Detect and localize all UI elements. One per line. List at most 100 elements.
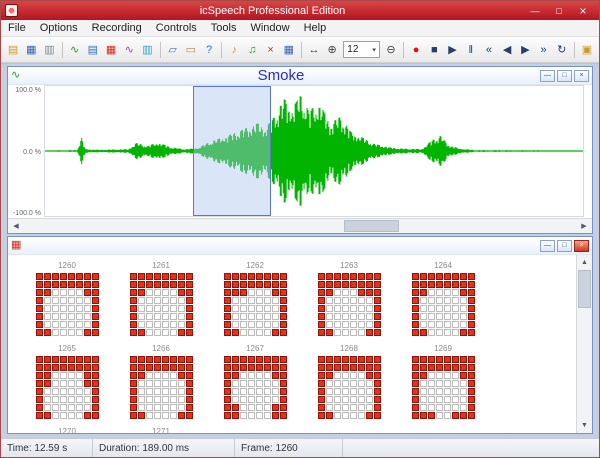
epg-contact-cell — [92, 329, 99, 336]
previous-frame-icon[interactable]: ◀ — [499, 41, 515, 58]
save-icon[interactable]: ▦ — [23, 41, 39, 58]
epg-frame[interactable]: 1265 — [20, 344, 114, 419]
fit-width-icon[interactable]: ↔ — [306, 41, 322, 58]
menu-controls[interactable]: Controls — [149, 21, 204, 35]
open-icon[interactable]: ▤ — [5, 41, 21, 58]
print-icon[interactable]: ▥ — [41, 41, 57, 58]
epg-empty-cell — [170, 305, 177, 312]
menu-window[interactable]: Window — [243, 21, 296, 35]
menu-recording[interactable]: Recording — [85, 21, 149, 35]
epg-empty-cell — [248, 404, 255, 411]
palatogram-maximize-button[interactable]: □ — [557, 240, 572, 252]
epg-frame[interactable]: 1262 — [208, 261, 302, 336]
epg-empty-cell — [52, 412, 59, 419]
epg-contact-cell — [224, 388, 231, 395]
record-icon[interactable]: ● — [408, 41, 424, 58]
copy-icon[interactable]: ▱ — [165, 41, 181, 58]
epg-empty-cell — [170, 329, 177, 336]
epg-contact-cell — [420, 281, 427, 288]
epg-contact-cell — [272, 356, 279, 363]
epg-contact-cell — [36, 356, 43, 363]
waveform-plot[interactable] — [44, 85, 584, 217]
waveform-minimize-button[interactable]: — — [540, 70, 555, 82]
grid-icon[interactable]: ▦ — [281, 41, 297, 58]
zoom-in-icon[interactable]: ⊕ — [324, 41, 340, 58]
scroll-track[interactable] — [24, 219, 576, 233]
help-icon[interactable]: ? — [201, 41, 217, 58]
epg-empty-cell — [264, 321, 271, 328]
epg-frame-number: 1264 — [434, 261, 452, 270]
menu-bar: File Options Recording Controls Tools Wi… — [1, 20, 599, 37]
epg-contact-cell — [130, 289, 137, 296]
epg-frame[interactable]: 1261 — [114, 261, 208, 336]
waveform-display-icon[interactable]: ∿ — [67, 41, 83, 58]
epg-empty-cell — [240, 313, 247, 320]
close-button[interactable]: × — [571, 2, 595, 19]
epg-frame[interactable]: 1268 — [302, 344, 396, 419]
epg-empty-cell — [178, 388, 185, 395]
palatogram-display-icon[interactable]: ▦ — [103, 41, 119, 58]
play-audio-icon[interactable]: ♪ — [226, 41, 242, 58]
waveform-selection[interactable] — [193, 86, 271, 216]
epg-contact-cell — [444, 273, 451, 280]
menu-options[interactable]: Options — [33, 21, 85, 35]
play-icon[interactable]: ▶ — [444, 41, 460, 58]
settings-icon[interactable]: ▣ — [579, 41, 595, 58]
last-frame-icon[interactable]: » — [535, 41, 551, 58]
scroll-track[interactable] — [577, 270, 592, 418]
spectrogram-display-icon[interactable]: ▤ — [85, 41, 101, 58]
loop-icon[interactable]: ↻ — [554, 41, 570, 58]
epg-empty-cell — [460, 380, 467, 387]
epg-contact-cell — [44, 289, 51, 296]
palatogram-close-button[interactable]: × — [574, 240, 589, 252]
epg-empty-cell — [154, 380, 161, 387]
epg-frame[interactable]: 1271 — [114, 427, 208, 433]
scroll-up-button[interactable]: ▲ — [577, 255, 592, 270]
scroll-down-button[interactable]: ▼ — [577, 418, 592, 433]
maximize-button[interactable]: □ — [547, 2, 571, 19]
zoom-out-icon[interactable]: ⊖ — [383, 41, 399, 58]
zoom-select[interactable]: 12▾ — [343, 41, 380, 58]
epg-empty-cell — [170, 321, 177, 328]
epg-frame[interactable]: 1263 — [302, 261, 396, 336]
meter-display-icon[interactable]: ▥ — [139, 41, 155, 58]
menu-tools[interactable]: Tools — [204, 21, 244, 35]
epg-empty-cell — [436, 297, 443, 304]
epg-contact-cell — [84, 329, 91, 336]
first-frame-icon[interactable]: « — [481, 41, 497, 58]
epg-contact-cell — [92, 412, 99, 419]
stop-icon[interactable]: ■ — [426, 41, 442, 58]
epg-frame[interactable]: 1266 — [114, 344, 208, 419]
epg-empty-cell — [272, 396, 279, 403]
paste-icon[interactable]: ▭ — [183, 41, 199, 58]
epg-empty-cell — [342, 297, 349, 304]
epg-empty-cell — [420, 404, 427, 411]
epg-frame[interactable]: 1260 — [20, 261, 114, 336]
epg-contact-cell — [460, 289, 467, 296]
minimize-button[interactable]: — — [523, 2, 547, 19]
next-frame-icon[interactable]: ▶ — [517, 41, 533, 58]
epg-contact-cell — [224, 281, 231, 288]
epg-frame[interactable]: 1267 — [208, 344, 302, 419]
waveform-maximize-button[interactable]: □ — [557, 70, 572, 82]
epg-empty-cell — [84, 396, 91, 403]
epg-frame[interactable]: 1270 — [20, 427, 114, 433]
menu-help[interactable]: Help — [297, 21, 334, 35]
epg-empty-cell — [178, 396, 185, 403]
pause-icon[interactable]: ‖ — [463, 41, 479, 58]
scroll-left-button[interactable]: ◀ — [8, 219, 24, 233]
epg-contact-cell — [186, 305, 193, 312]
menu-file[interactable]: File — [1, 21, 33, 35]
epg-frame[interactable]: 1269 — [396, 344, 490, 419]
pitch-display-icon[interactable]: ∿ — [121, 41, 137, 58]
clear-icon[interactable]: × — [263, 41, 279, 58]
palatogram-minimize-button[interactable]: — — [540, 240, 555, 252]
epg-frame[interactable]: 1264 — [396, 261, 490, 336]
record-audio-icon[interactable]: ♫ — [244, 41, 260, 58]
waveform-close-button[interactable]: × — [574, 70, 589, 82]
epg-empty-cell — [154, 329, 161, 336]
epg-contact-cell — [460, 329, 467, 336]
scroll-thumb[interactable] — [578, 270, 591, 308]
scroll-right-button[interactable]: ▶ — [576, 219, 592, 233]
scroll-thumb[interactable] — [344, 220, 399, 232]
